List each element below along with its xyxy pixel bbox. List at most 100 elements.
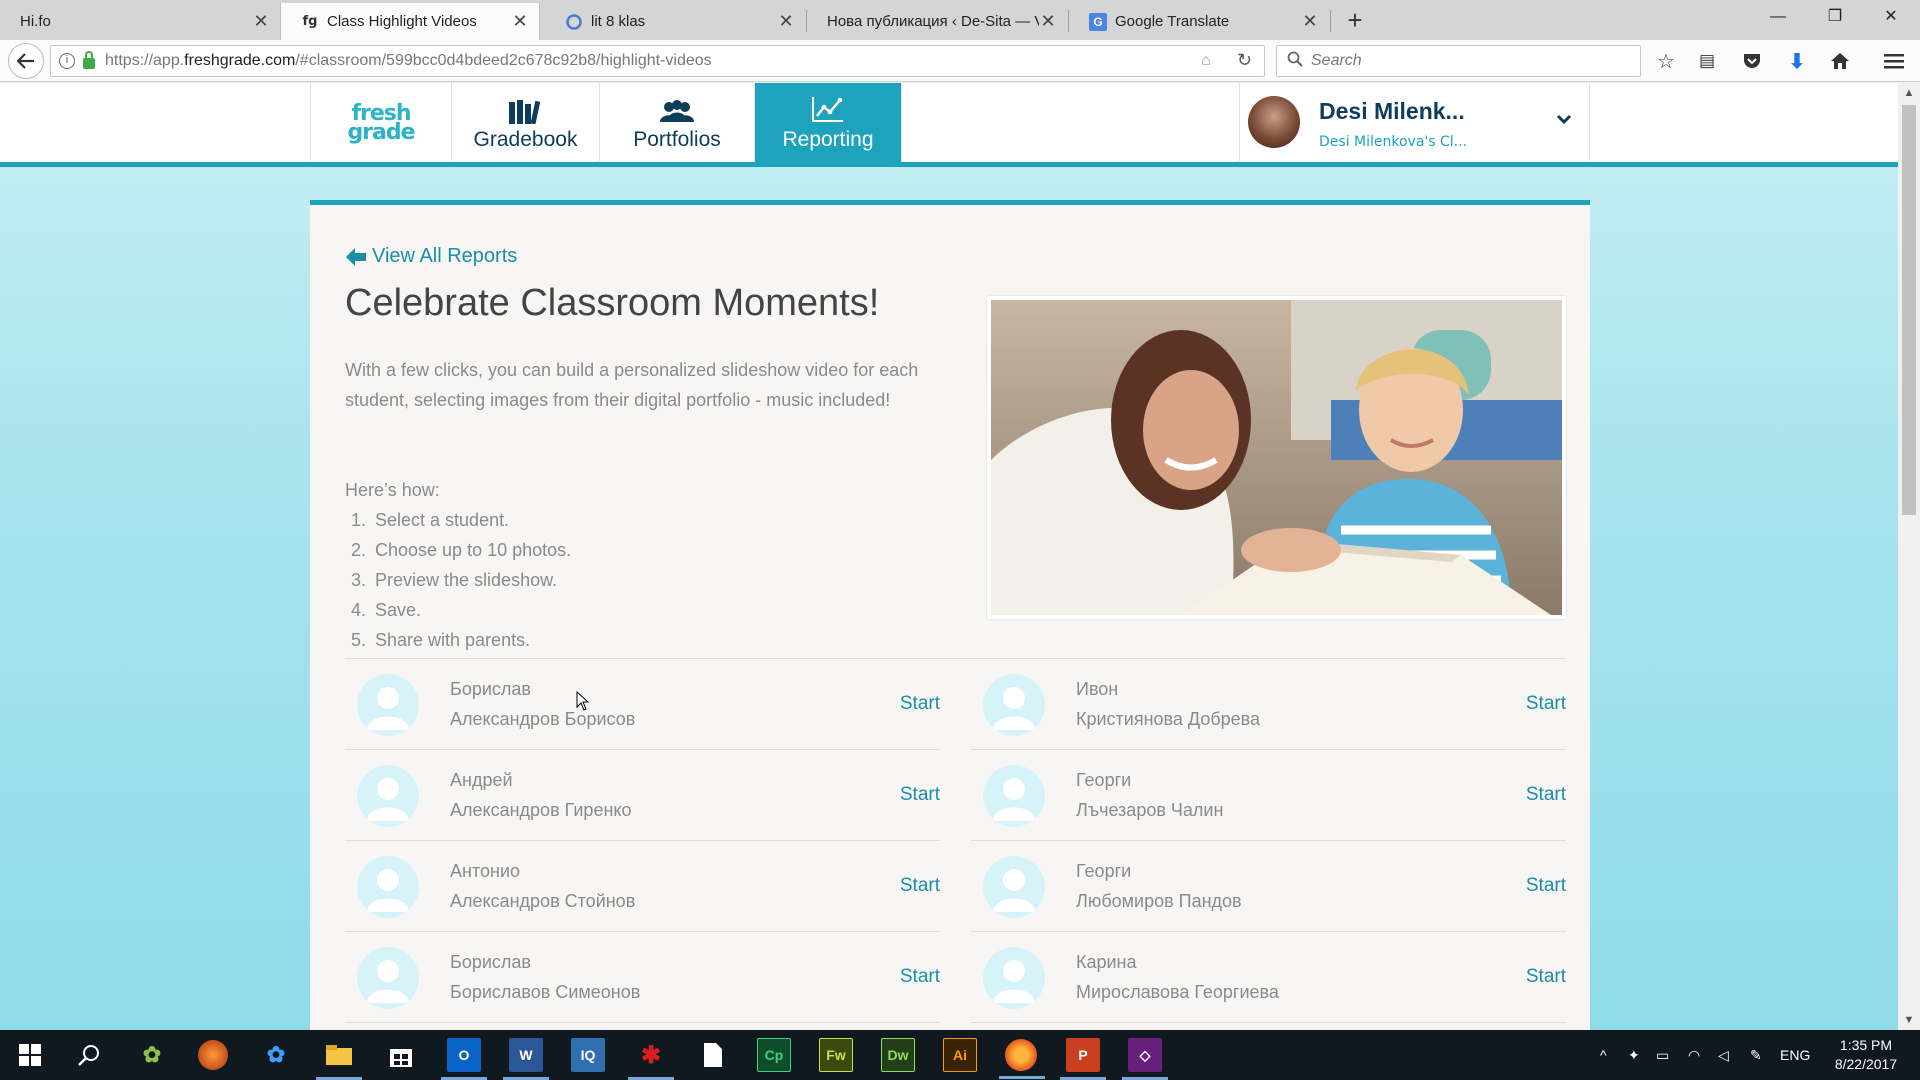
firefox-icon[interactable] bbox=[999, 1039, 1045, 1079]
chevron-down-icon[interactable] bbox=[1556, 113, 1572, 131]
visual-studio-icon[interactable]: ◇ bbox=[1122, 1038, 1168, 1080]
nav-tab-portfolios[interactable]: Portfolios bbox=[600, 83, 755, 162]
search-input[interactable]: Search bbox=[1276, 45, 1641, 77]
student-last-name: Александров Борисов bbox=[450, 709, 636, 729]
scrollbar-thumb[interactable] bbox=[1902, 105, 1916, 515]
browser-tab[interactable]: Нова публикация ‹ De-Sita — V ✕ bbox=[807, 3, 1067, 40]
illustrator-icon[interactable]: Ai bbox=[943, 1038, 977, 1072]
dropbox-icon[interactable]: ✦ bbox=[1628, 1030, 1640, 1080]
close-icon[interactable]: ✕ bbox=[1301, 11, 1319, 32]
user-placeholder-icon bbox=[367, 778, 409, 821]
student-avatar bbox=[983, 674, 1045, 736]
app-icon-iq[interactable]: IQ bbox=[571, 1038, 605, 1072]
new-tab-button[interactable]: + bbox=[1340, 4, 1370, 36]
fireworks-icon[interactable]: Fw bbox=[819, 1038, 853, 1072]
word-icon[interactable]: W bbox=[503, 1038, 549, 1080]
scroll-down-icon[interactable]: ▼ bbox=[1898, 1010, 1920, 1030]
clock[interactable]: 1:35 PM 8/22/2017 bbox=[1816, 1036, 1916, 1074]
back-button[interactable] bbox=[8, 43, 44, 79]
clock-date: 8/22/2017 bbox=[1834, 1056, 1898, 1072]
student-last-name: Александров Гиренко bbox=[450, 800, 632, 820]
student-row: Георги Любомиров Пандов Start bbox=[971, 841, 1566, 932]
start-button[interactable]: Start bbox=[900, 966, 940, 988]
page-title: Celebrate Classroom Moments! bbox=[345, 282, 880, 324]
start-button[interactable]: Start bbox=[1526, 784, 1566, 806]
minimize-icon[interactable]: — bbox=[1753, 0, 1803, 36]
browser-tab[interactable]: lit 8 klas ✕ bbox=[545, 3, 805, 40]
volume-icon[interactable]: ◁ bbox=[1718, 1030, 1729, 1080]
downloads-icon[interactable]: ⬇ bbox=[1782, 46, 1812, 76]
start-button[interactable]: Start bbox=[900, 784, 940, 806]
window-close-icon[interactable]: ✕ bbox=[1866, 0, 1916, 36]
search-icon[interactable] bbox=[72, 1038, 106, 1072]
bookmark-star-icon[interactable]: ☆ bbox=[1651, 46, 1681, 76]
view-all-reports-link[interactable]: View All Reports bbox=[345, 245, 517, 268]
student-row: Ивон Кристиянова Добрева Start bbox=[971, 659, 1566, 750]
captivate-icon[interactable]: Cp bbox=[757, 1038, 791, 1072]
pen-icon[interactable]: ✎ bbox=[1750, 1030, 1762, 1080]
student-first-name: Ивон bbox=[1076, 679, 1119, 699]
dreamweaver-icon[interactable]: Dw bbox=[881, 1038, 915, 1072]
user-menu[interactable]: Desi Milenk... Desi Milenkova's Cl... bbox=[1239, 83, 1590, 162]
nav-tab-reporting[interactable]: Reporting bbox=[755, 83, 902, 162]
document-icon[interactable] bbox=[696, 1038, 730, 1072]
freshgrade-logo[interactable]: fresh grade bbox=[310, 83, 452, 162]
library-icon[interactable]: ▤ bbox=[1692, 46, 1722, 76]
search-icon bbox=[1287, 51, 1303, 72]
student-avatar bbox=[983, 765, 1045, 827]
info-icon[interactable]: i bbox=[59, 53, 75, 69]
scroll-up-icon[interactable]: ▲ bbox=[1898, 83, 1920, 103]
tab-separator bbox=[1330, 10, 1331, 32]
wifi-icon[interactable]: ◠ bbox=[1688, 1030, 1700, 1080]
pocket-icon[interactable] bbox=[1737, 46, 1767, 76]
browser-tab-active[interactable]: fg Class Highlight Videos ✕ bbox=[280, 3, 540, 40]
battery-icon[interactable]: ▭ bbox=[1656, 1030, 1669, 1080]
windows-taskbar: ✿ ✿ O W IQ ✱ Cp Fw Dw Ai P ◇ ^ ✦ ▭ ◠ ◁ ✎… bbox=[0, 1030, 1920, 1080]
intro-text: With a few clicks, you can build a perso… bbox=[345, 360, 919, 410]
file-explorer-icon[interactable] bbox=[316, 1038, 362, 1080]
reload-icon[interactable]: ↻ bbox=[1237, 50, 1252, 71]
powerpoint-icon[interactable]: P bbox=[1060, 1038, 1106, 1080]
close-icon[interactable]: ✕ bbox=[511, 11, 529, 32]
search-placeholder: Search bbox=[1311, 52, 1362, 69]
start-button[interactable]: Start bbox=[900, 693, 940, 715]
start-button[interactable]: Start bbox=[1526, 966, 1566, 988]
start-button[interactable]: Start bbox=[1526, 693, 1566, 715]
app-icon-green[interactable]: ✿ bbox=[135, 1038, 169, 1072]
page-scrollbar[interactable]: ▲ ▼ bbox=[1898, 83, 1920, 1030]
nav-tab-gradebook[interactable]: Gradebook bbox=[452, 83, 600, 162]
home-icon[interactable] bbox=[1825, 46, 1855, 76]
step-item: 5. Share with parents. bbox=[351, 630, 531, 650]
start-button[interactable]: Start bbox=[1526, 875, 1566, 897]
chart-icon bbox=[810, 94, 846, 124]
home-page-icon[interactable]: ⌂ bbox=[1201, 52, 1211, 70]
lock-icon bbox=[83, 50, 95, 69]
mouse-cursor-icon bbox=[576, 691, 590, 711]
outlook-icon[interactable]: O bbox=[441, 1038, 487, 1080]
close-icon[interactable]: ✕ bbox=[777, 11, 795, 32]
user-placeholder-icon bbox=[367, 960, 409, 1003]
tray-expand-icon[interactable]: ^ bbox=[1600, 1030, 1607, 1080]
url-bar[interactable]: i https://app.freshgrade.com/#classroom/… bbox=[50, 45, 1265, 77]
app-icon-blue[interactable]: ✿ bbox=[259, 1038, 293, 1072]
student-last-name: Александров Стойнов bbox=[450, 891, 636, 911]
app-icon-red[interactable]: ✱ bbox=[628, 1038, 674, 1080]
app-icon-orange[interactable] bbox=[198, 1040, 228, 1070]
close-icon[interactable]: ✕ bbox=[1039, 11, 1057, 32]
hero-photo bbox=[987, 296, 1566, 619]
start-button[interactable]: Start bbox=[900, 875, 940, 897]
student-last-name: Любомиров Пандов bbox=[1076, 891, 1242, 911]
browser-tab[interactable]: G Google Translate ✕ bbox=[1069, 3, 1329, 40]
browser-tab-strip: Hi.fo ✕ fg Class Highlight Videos ✕ lit … bbox=[0, 0, 1920, 40]
store-icon[interactable] bbox=[384, 1038, 418, 1072]
avatar bbox=[1248, 96, 1300, 148]
restore-icon[interactable]: ❐ bbox=[1810, 0, 1860, 36]
circle-favicon-icon bbox=[565, 13, 583, 31]
browser-tab[interactable]: Hi.fo ✕ bbox=[0, 3, 280, 40]
language-indicator[interactable]: ENG bbox=[1780, 1030, 1810, 1080]
student-row: Борислав Александров Борисов Start bbox=[345, 659, 940, 750]
windows-start-icon[interactable] bbox=[13, 1038, 47, 1072]
student-avatar bbox=[983, 856, 1045, 918]
menu-icon[interactable] bbox=[1879, 46, 1909, 76]
close-icon[interactable]: ✕ bbox=[252, 11, 270, 32]
